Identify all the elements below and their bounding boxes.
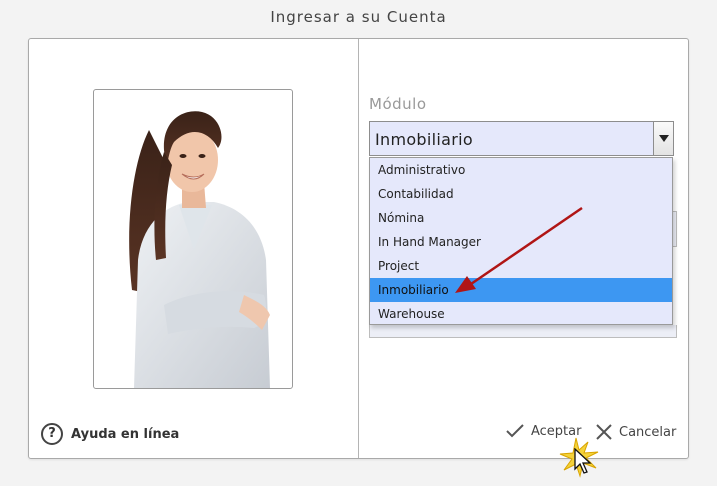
login-panel: ? Ayuda en línea Módulo Inmobiliario Adm… <box>28 38 689 459</box>
checkmark-icon <box>506 424 524 438</box>
module-select-value: Inmobiliario <box>375 130 473 149</box>
cancel-button[interactable]: Cancelar <box>595 423 676 441</box>
cancel-label: Cancelar <box>619 424 677 440</box>
woman-photo-illustration <box>129 111 270 388</box>
mouse-pointer-icon <box>574 448 592 474</box>
module-option[interactable]: Administrativo <box>370 158 672 182</box>
module-option[interactable]: Contabilidad <box>370 182 672 206</box>
question-circle-icon: ? <box>41 423 63 445</box>
annotation-arrow-icon <box>455 206 583 293</box>
user-photo <box>93 89 293 389</box>
chevron-down-icon <box>658 135 669 142</box>
online-help-link[interactable]: ? Ayuda en línea <box>41 423 179 445</box>
online-help-label: Ayuda en línea <box>71 426 180 442</box>
module-label: Módulo <box>369 95 427 113</box>
panel-divider <box>358 39 359 458</box>
module-select[interactable]: Inmobiliario <box>369 121 674 156</box>
window-title: Ingresar a su Cuenta <box>270 8 447 26</box>
hidden-password-field-edge <box>369 325 677 338</box>
dropdown-arrow-button[interactable] <box>653 122 673 155</box>
module-option[interactable]: Warehouse <box>370 302 672 326</box>
